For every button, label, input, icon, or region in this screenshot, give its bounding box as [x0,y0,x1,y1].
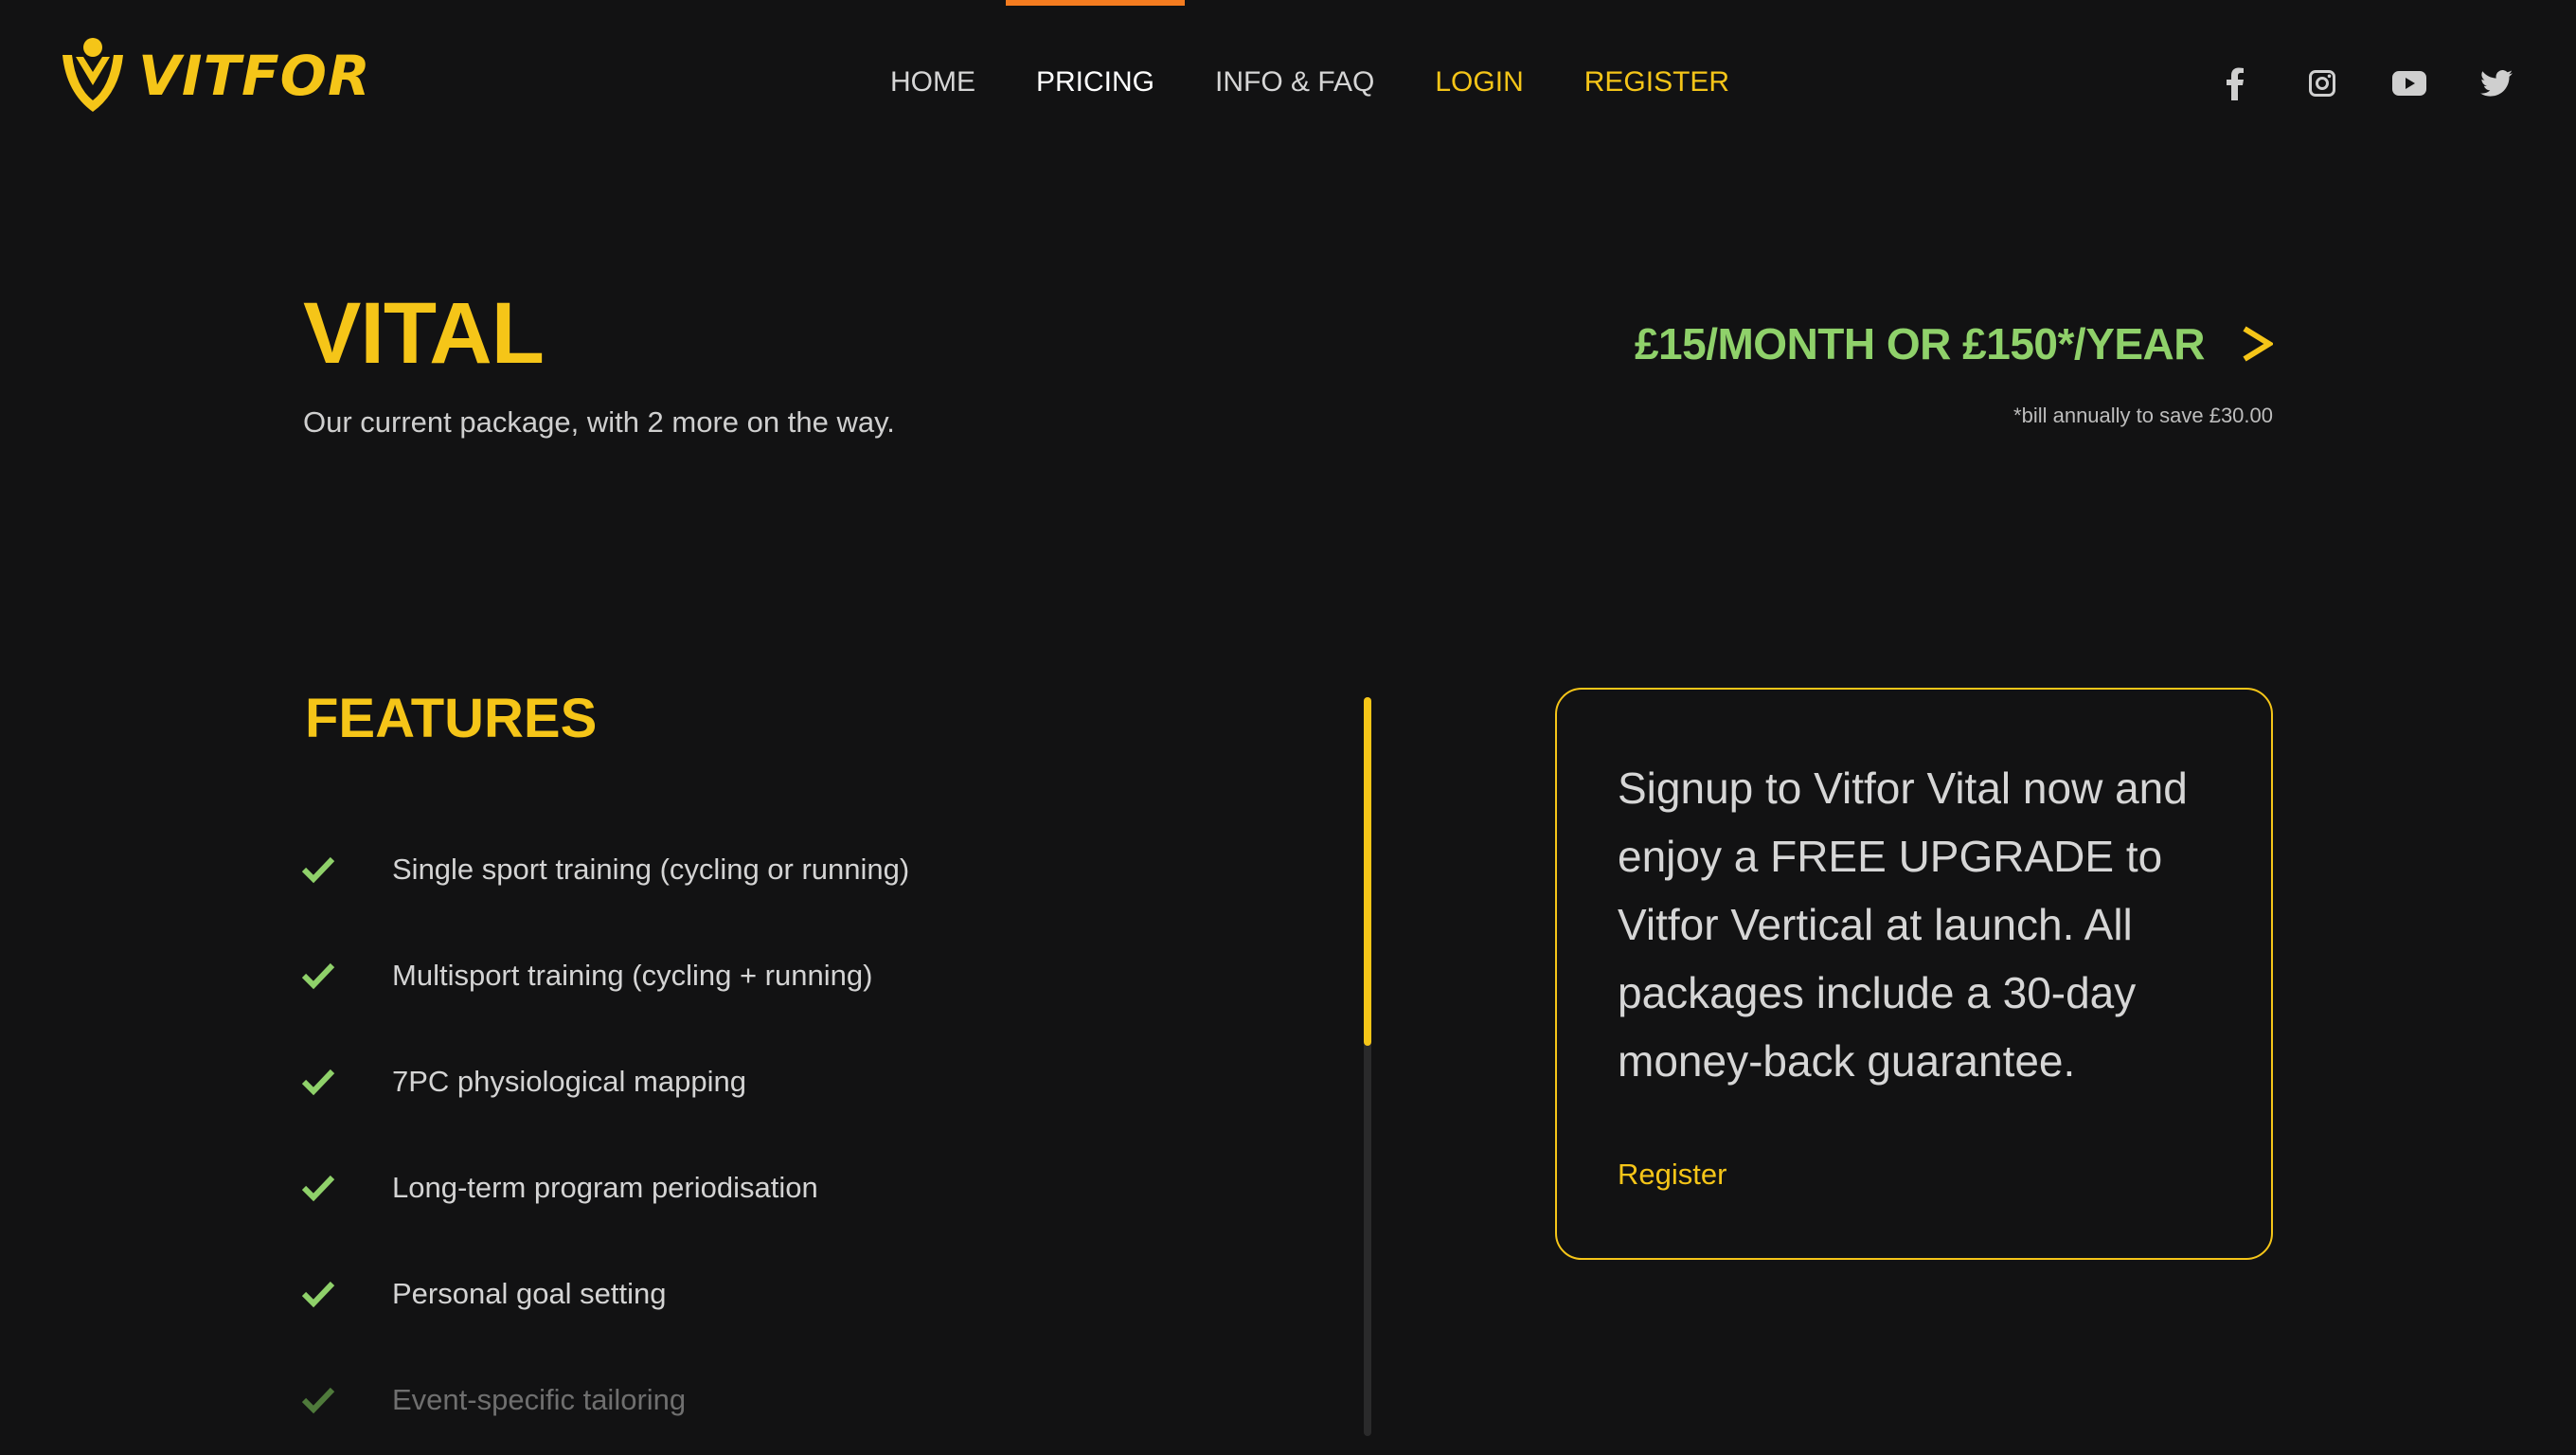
nav-info-faq[interactable]: INFO & FAQ [1215,0,1374,123]
feature-label: Personal goal setting [392,1277,667,1310]
logo-text: VITFOR [138,44,371,108]
price-note: *bill annually to save £30.00 [2013,404,2273,427]
pricing-page: VITFOR HOME PRICING INFO & FAQ LOGIN REG… [0,0,2576,1455]
feature-label: Multisport training (cycling + running) [392,959,873,992]
twitter-icon[interactable] [2476,63,2517,104]
logo-mark-icon [63,38,123,112]
facebook-icon[interactable] [2214,63,2256,104]
price-link[interactable]: £15/MONTH OR £150*/YEAR [1635,318,2273,369]
nav-register[interactable]: REGISTER [1584,0,1729,123]
check-icon [301,1281,335,1308]
check-icon [301,1175,335,1202]
feature-label: 7PC physiological mapping [392,1065,746,1098]
features-scrollbar[interactable] [1364,697,1371,1436]
nav-home[interactable]: HOME [890,0,975,123]
price-text: £15/MONTH OR £150*/YEAR [1634,319,2206,368]
signup-card-text: Signup to Vitfor Vital now and enjoy a F… [1618,763,2188,1086]
chevron-right-icon [2243,326,2273,362]
feature-item: Personal goal setting [301,1241,909,1347]
scrollbar-thumb[interactable] [1364,697,1371,1046]
check-icon [301,1069,335,1096]
features-list: Single sport training (cycling or runnin… [301,817,909,1453]
check-icon [301,856,335,884]
feature-item: 7PC physiological mapping [301,1029,909,1135]
feature-item: Event-specific tailoring [301,1347,909,1453]
feature-label: Single sport training (cycling or runnin… [392,853,910,886]
instagram-icon[interactable] [2301,63,2343,104]
check-icon [301,962,335,990]
feature-label: Long-term program periodisation [392,1171,818,1204]
main-nav: HOME PRICING INFO & FAQ LOGIN REGISTER [890,0,1790,123]
signup-card: Signup to Vitfor Vital now and enjoy a F… [1555,688,2273,1260]
plan-title: VITAL [303,285,545,382]
feature-item: Multisport training (cycling + running) [301,923,909,1029]
feature-item: Single sport training (cycling or runnin… [301,817,909,923]
nav-login[interactable]: LOGIN [1435,0,1523,123]
feature-item: Long-term program periodisation [301,1135,909,1241]
logo[interactable]: VITFOR [59,36,371,116]
social-links [2169,63,2517,104]
features-heading: FEATURES [305,688,598,749]
youtube-icon[interactable] [2388,63,2430,104]
feature-label: Event-specific tailoring [392,1383,687,1416]
nav-pricing[interactable]: PRICING [1005,0,1186,123]
check-icon [301,1387,335,1414]
register-link[interactable]: Register [1618,1158,1726,1192]
plan-subtitle: Our current package, with 2 more on the … [303,405,895,439]
